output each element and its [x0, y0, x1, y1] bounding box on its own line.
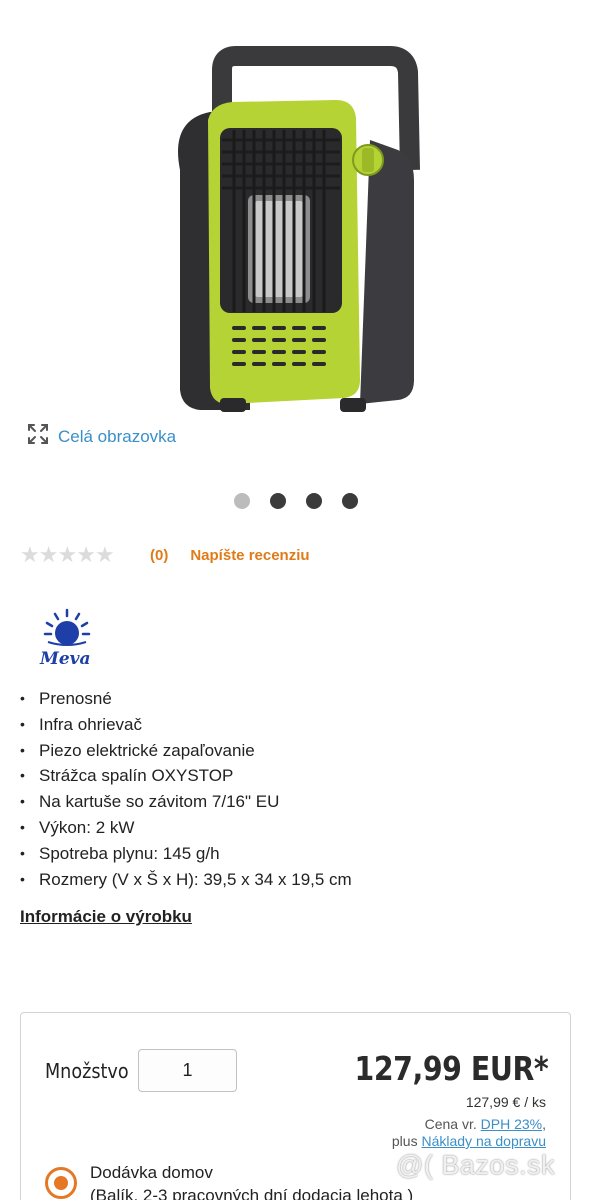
feature-text: Prenosné — [39, 689, 112, 708]
quantity-input[interactable] — [138, 1049, 237, 1092]
bullet-icon: • — [20, 767, 25, 784]
feature-text: Spotreba plynu: 145 g/h — [39, 843, 220, 863]
bullet-icon: • — [20, 715, 25, 732]
feature-text: Rozmery (V x Š x H): 39,5 x 34 x 19,5 cm — [39, 869, 352, 889]
bullet-icon: • — [20, 741, 25, 758]
price: 127,99 EUR* — [354, 1049, 548, 1088]
bazos-watermark: @( Bazos.sk — [396, 1150, 555, 1180]
feature-text: Výkon: 2 kW — [39, 817, 135, 837]
fullscreen-link[interactable]: Celá obrazovka — [26, 422, 176, 451]
carousel-dot-2[interactable] — [270, 493, 286, 509]
list-item: • Prenosné — [20, 686, 352, 712]
bullet-icon: • — [20, 818, 25, 835]
list-item: • Výkon: 2 kW — [20, 815, 352, 841]
delivery-title[interactable]: Dodávka domov — [90, 1163, 213, 1183]
brand-logo-text: Meva — [39, 649, 91, 668]
carousel-dot-3[interactable] — [306, 493, 322, 509]
vat-prefix: Cena vr. — [424, 1116, 481, 1132]
list-item: • Na kartuše so závitom 7/16" EU — [20, 789, 352, 815]
fullscreen-label: Celá obrazovka — [58, 426, 177, 446]
rating-row: ★ ★ ★ ★ ★ (0) Napíšte recenziu — [20, 543, 580, 568]
brand-logo[interactable]: Meva — [34, 606, 100, 669]
write-review-link[interactable]: Napíšte recenziu — [190, 547, 309, 564]
vat-line: Cena vr. DPH 23%, — [425, 1116, 546, 1132]
star-icon: ★ — [94, 543, 115, 568]
feature-text: Na kartuše so závitom 7/16" EU — [39, 792, 280, 812]
bullet-icon: • — [20, 690, 25, 706]
review-count[interactable]: (0) — [150, 547, 168, 564]
feature-list: • Prenosné • Infra ohrievač • Piezo elektri… — [20, 686, 352, 892]
feature-text: Infra ohrievač — [39, 714, 142, 734]
feature-text: Strážca spalín OXYSTOP — [39, 766, 234, 786]
vat-link[interactable]: DPH 23% — [481, 1116, 542, 1132]
shipping-line: plus Náklady na dopravu — [392, 1133, 546, 1149]
star-icon: ★ — [57, 543, 77, 568]
star-icon: ★ — [38, 543, 59, 568]
list-item: • Piezo elektrické zapaľovanie — [20, 738, 352, 764]
shipping-costs-link[interactable]: Náklady na dopravu — [421, 1133, 546, 1149]
star-icon: ★ — [20, 543, 40, 568]
delivery-subtitle: (Balík, 2-3 pracovných dní dodacia lehot… — [90, 1186, 414, 1200]
expand-icon — [26, 422, 50, 451]
list-item: • Rozmery (V x Š x H): 39,5 x 34 x 19,5 c… — [20, 867, 352, 893]
product-info-link[interactable]: Informácie o výrobku — [20, 907, 192, 927]
bullet-icon: • — [20, 793, 25, 810]
list-item: • Spotreba plynu: 145 g/h — [20, 841, 352, 867]
quantity-label: Množstvo — [45, 1059, 129, 1083]
bullet-icon: • — [20, 844, 25, 861]
list-item: • Infra ohrievač — [20, 712, 352, 738]
vat-suffix: , — [542, 1116, 546, 1132]
shipping-prefix: plus — [391, 1133, 422, 1149]
feature-text: Piezo elektrické zapaľovanie — [39, 740, 255, 760]
carousel-dot-4[interactable] — [342, 493, 358, 509]
carousel-dot-1[interactable] — [234, 493, 250, 509]
star-icon: ★ — [76, 543, 96, 568]
list-item: • Strážca spalín OXYSTOP — [20, 763, 352, 789]
price-per-unit: 127,99 € / ks — [465, 1094, 546, 1110]
star-rating: ★ ★ ★ ★ ★ — [20, 543, 124, 568]
home-delivery-radio[interactable] — [45, 1167, 77, 1199]
bullet-icon: • — [20, 870, 25, 887]
carousel-dots — [0, 493, 592, 509]
product-image[interactable] — [140, 20, 440, 420]
